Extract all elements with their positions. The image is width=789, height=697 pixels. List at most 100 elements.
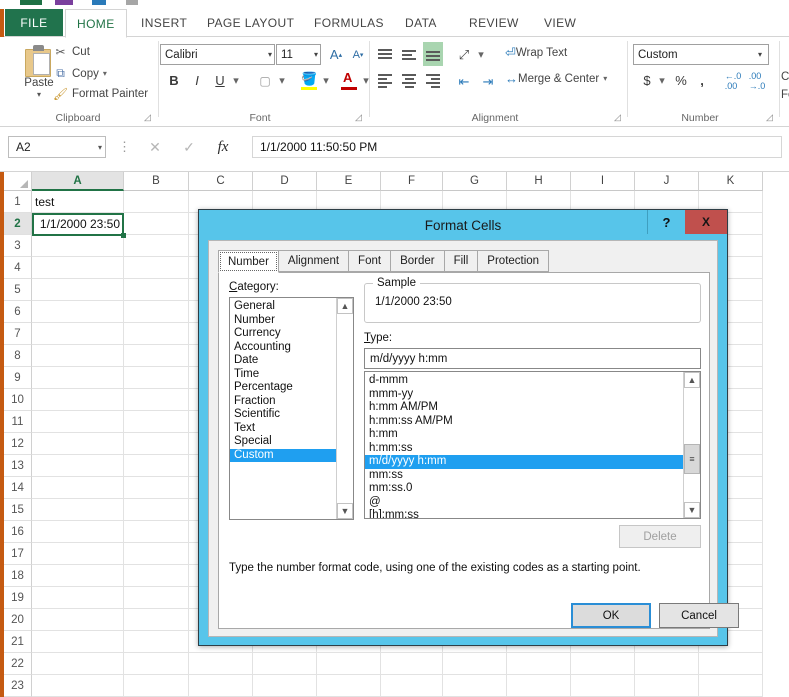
category-item[interactable]: Scientific — [230, 408, 336, 422]
increase-indent-button[interactable]: ⇥ — [477, 71, 499, 92]
chevron-down-icon[interactable]: ▾ — [603, 74, 607, 83]
cell[interactable] — [32, 499, 124, 521]
tab-protection[interactable]: Protection — [477, 250, 550, 272]
cell[interactable] — [32, 565, 124, 587]
tab-insert[interactable]: INSERT — [130, 9, 198, 37]
cell[interactable] — [32, 433, 124, 455]
category-scrollbar[interactable]: ▲ ▼ — [336, 298, 353, 519]
font-size-input[interactable]: 11 ▾ — [276, 44, 321, 65]
tab-number[interactable]: Number — [218, 250, 279, 273]
cell[interactable] — [124, 477, 189, 499]
category-item[interactable]: Fraction — [230, 395, 336, 409]
cut-button[interactable]: ✂ Cut — [52, 45, 89, 59]
row-header-7[interactable]: 7 — [4, 323, 32, 345]
category-item[interactable]: Special — [230, 435, 336, 449]
type-item[interactable]: h:mm AM/PM — [365, 401, 683, 415]
cell[interactable] — [32, 279, 124, 301]
tab-formulas[interactable]: FORMULAS — [303, 9, 395, 37]
column-header-b[interactable]: B — [124, 172, 189, 191]
column-header-c[interactable]: C — [189, 172, 253, 191]
increase-decimal-button[interactable]: ←.0.00 — [722, 70, 744, 91]
cell[interactable] — [32, 367, 124, 389]
cell[interactable] — [124, 213, 189, 235]
insert-function-icon[interactable]: fx — [211, 136, 235, 158]
row-header-20[interactable]: 20 — [4, 609, 32, 631]
cell[interactable] — [443, 653, 507, 675]
cell[interactable] — [124, 367, 189, 389]
wrap-text-button[interactable]: ⏎ Wrap Text — [505, 45, 567, 61]
cell[interactable] — [124, 587, 189, 609]
cell[interactable] — [32, 455, 124, 477]
fill-color-button[interactable]: 🪣 — [298, 70, 320, 91]
chevron-down-icon[interactable]: ▾ — [37, 90, 41, 99]
cell[interactable] — [124, 609, 189, 631]
column-header-h[interactable]: H — [507, 172, 571, 191]
tab-fill[interactable]: Fill — [443, 250, 479, 272]
row-header-14[interactable]: 14 — [4, 477, 32, 499]
type-input[interactable]: m/d/yyyy h:mm — [364, 348, 701, 369]
cell[interactable] — [32, 631, 124, 653]
tab-border[interactable]: Border — [390, 250, 445, 272]
decrease-indent-button[interactable]: ⇤ — [453, 71, 475, 92]
row-header-23[interactable]: 23 — [4, 675, 32, 697]
scroll-down-icon[interactable]: ▼ — [684, 502, 700, 518]
align-bottom-button[interactable] — [423, 42, 443, 66]
cell[interactable] — [635, 675, 699, 697]
chevron-down-icon[interactable]: ▾ — [230, 71, 242, 90]
align-top-button[interactable] — [375, 45, 395, 64]
number-dialog-launcher-icon[interactable]: ◿ — [766, 112, 773, 123]
fill-handle[interactable] — [121, 233, 126, 238]
redo-icon[interactable] — [92, 0, 106, 5]
cancel-formula-icon[interactable]: ✕ — [143, 136, 167, 158]
cell[interactable] — [32, 675, 124, 697]
align-center-button[interactable] — [399, 71, 419, 90]
row-header-8[interactable]: 8 — [4, 345, 32, 367]
cancel-button[interactable]: Cancel — [659, 603, 739, 628]
category-item[interactable]: Time — [230, 368, 336, 382]
row-header-3[interactable]: 3 — [4, 235, 32, 257]
cell[interactable] — [124, 411, 189, 433]
cell[interactable] — [124, 191, 189, 213]
borders-button[interactable]: ▢ — [254, 70, 276, 91]
column-header-g[interactable]: G — [443, 172, 507, 191]
cell[interactable] — [32, 653, 124, 675]
chevron-down-icon[interactable]: ▾ — [475, 45, 487, 64]
conditional-formatting-button[interactable]: C — [781, 71, 789, 83]
cell[interactable] — [124, 455, 189, 477]
column-header-a[interactable]: A — [32, 172, 124, 191]
underline-button[interactable]: U — [210, 70, 230, 91]
cell[interactable] — [124, 543, 189, 565]
category-items[interactable]: General Number Currency Accounting Date Time P… — [230, 300, 336, 462]
decrease-font-size-button[interactable]: A ▾ — [348, 44, 368, 65]
type-item[interactable]: @ — [365, 496, 683, 510]
cell[interactable] — [124, 521, 189, 543]
select-all-corner[interactable] — [4, 172, 32, 191]
type-item[interactable]: m/d/yyyy h:mm — [365, 455, 683, 469]
type-item[interactable]: d-mmm — [365, 374, 683, 388]
chevron-down-icon[interactable]: ▾ — [103, 69, 107, 78]
italic-button[interactable]: I — [187, 70, 207, 91]
copy-button[interactable]: ⧉ Copy ▾ — [52, 66, 107, 81]
cell[interactable] — [381, 653, 443, 675]
cell[interactable] — [381, 675, 443, 697]
cell[interactable] — [443, 675, 507, 697]
cell[interactable] — [32, 411, 124, 433]
currency-button[interactable]: $ — [638, 70, 656, 91]
row-header-6[interactable]: 6 — [4, 301, 32, 323]
cell[interactable] — [32, 323, 124, 345]
category-item[interactable]: Number — [230, 314, 336, 328]
bold-button[interactable]: B — [164, 70, 184, 91]
row-header-19[interactable]: 19 — [4, 587, 32, 609]
cell[interactable] — [32, 587, 124, 609]
cell[interactable] — [317, 653, 381, 675]
cell[interactable] — [124, 323, 189, 345]
tab-review[interactable]: REVIEW — [458, 9, 530, 37]
save-icon[interactable] — [20, 0, 42, 5]
align-middle-button[interactable] — [399, 45, 419, 64]
cell[interactable] — [32, 609, 124, 631]
cell[interactable] — [507, 653, 571, 675]
tab-alignment[interactable]: Alignment — [277, 250, 350, 272]
tab-data[interactable]: DATA — [394, 9, 448, 37]
cell[interactable] — [189, 675, 253, 697]
cell[interactable] — [124, 653, 189, 675]
